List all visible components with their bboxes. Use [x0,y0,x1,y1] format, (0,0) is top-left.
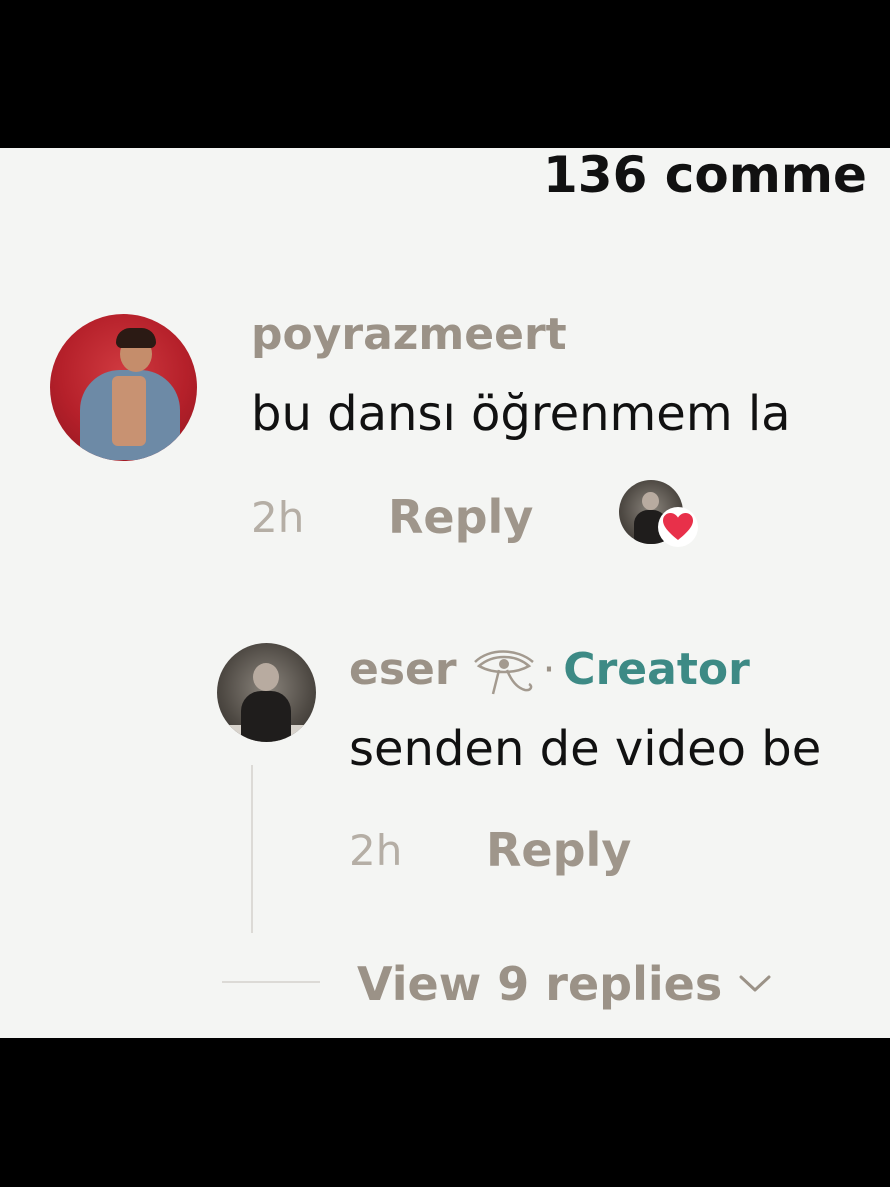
chevron-down-icon [739,975,771,992]
view-replies-button[interactable]: View 9 replies [357,955,772,1013]
reply-to-reply-button[interactable]: Reply [486,823,631,877]
thread-connector-line [251,765,253,933]
commenter-username[interactable]: poyrazmeert [251,309,567,361]
creator-badge: Creator [563,644,750,695]
view-replies-label: View 9 replies [357,957,723,1011]
name-separator: · [542,647,556,693]
creator-avatar[interactable] [217,643,316,742]
avatar-figure-head [642,492,659,510]
view-replies-divider [222,981,320,983]
top-letterbox [0,0,890,148]
eye-of-horus-icon [473,650,534,695]
creator-username[interactable]: eser [349,644,457,696]
reply-button[interactable]: Reply [388,490,533,544]
avatar-figure-chest [112,376,146,446]
reply-timestamp: 2h [349,826,403,875]
avatar-figure-body [241,691,291,742]
bottom-letterbox [0,1038,890,1187]
comment-text: bu dansı öğrenmem la [251,386,791,442]
reply-text: senden de video be [349,721,822,777]
commenter-avatar[interactable] [50,314,197,461]
avatar-figure-hair [116,328,156,348]
heart-icon [663,513,693,540]
comments-panel [0,148,890,1038]
avatar-figure-head [253,663,279,691]
creator-liked-heart-icon [658,507,698,547]
comment-count-title: 136 comme [543,146,867,204]
comment-timestamp: 2h [251,493,305,542]
reply-header: eser · Creator [349,642,750,698]
